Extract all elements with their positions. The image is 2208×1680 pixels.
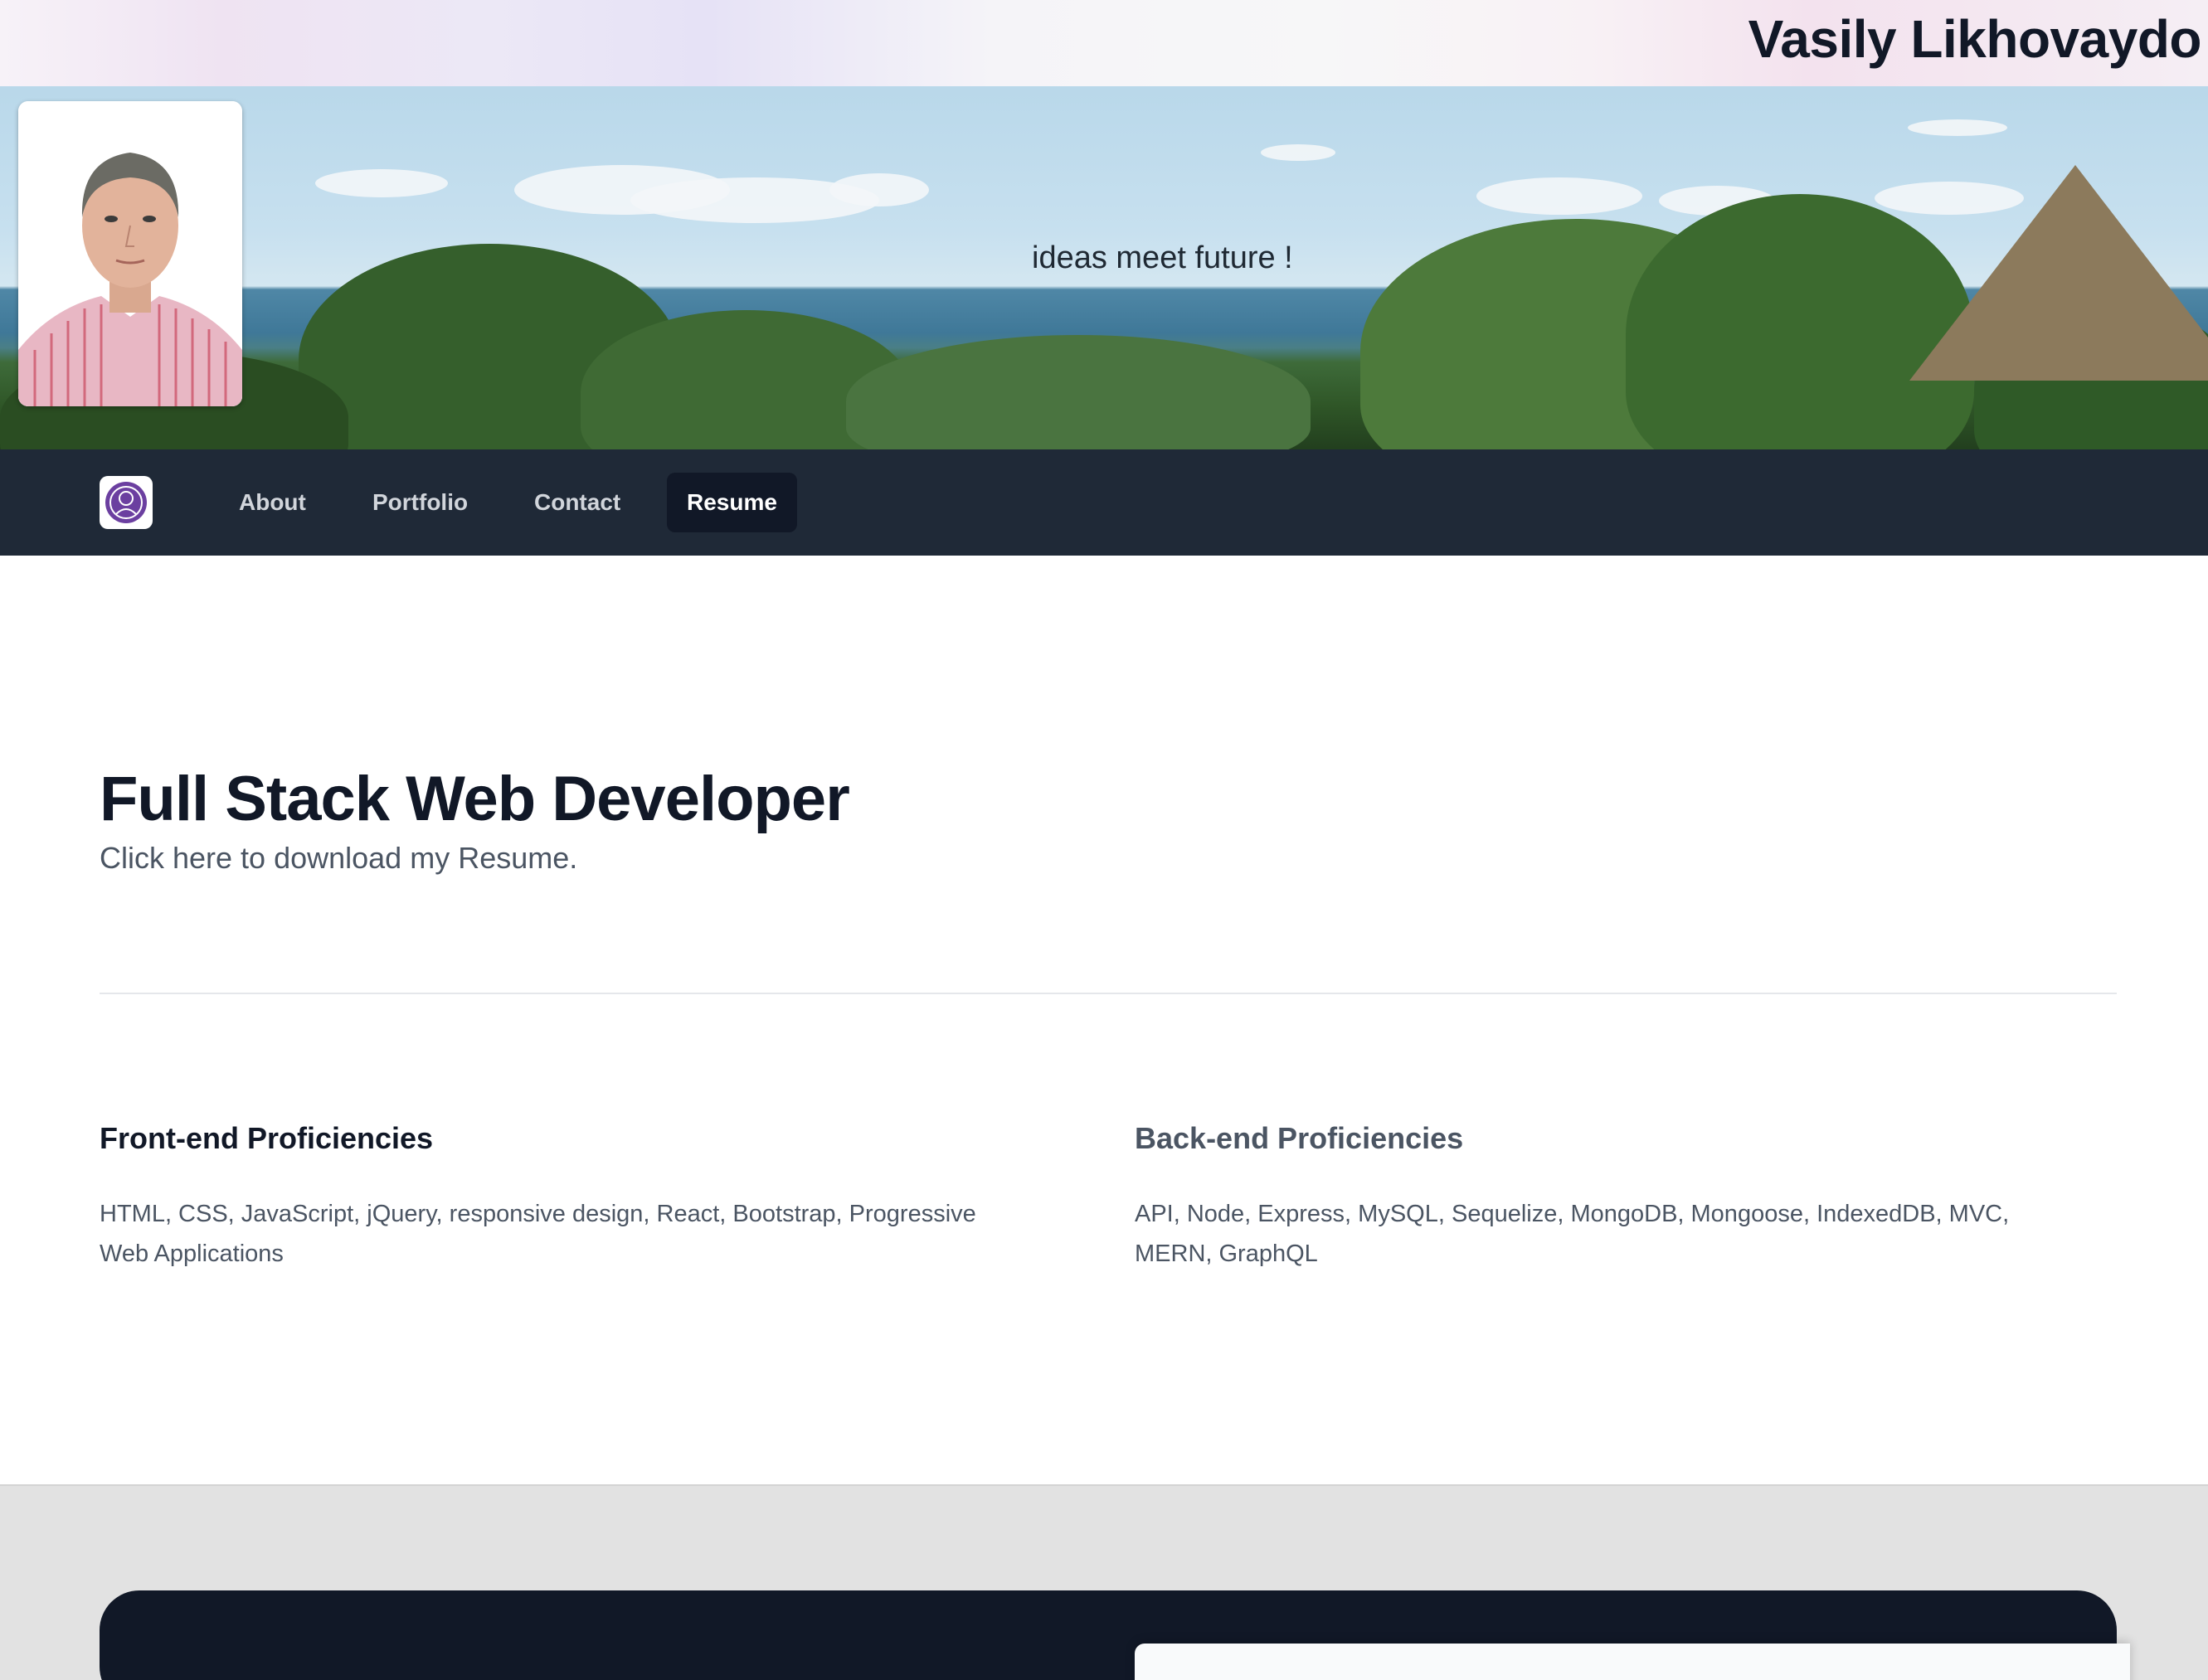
frontend-title: Front-end Proficiencies (100, 1121, 434, 1155)
person-photo-icon (18, 101, 242, 406)
backend-skills: API, Node, Express, MySQL, Sequelize, Mo… (1135, 1201, 2010, 1267)
backend-title: Back-end Proficiencies (1135, 1121, 1464, 1155)
nav-item-about[interactable]: About (219, 473, 326, 532)
frontend-skills: HTML, CSS, JavaScript, jQuery, responsiv… (100, 1201, 976, 1267)
contact-form-panel (1135, 1644, 2130, 1680)
logo-button[interactable] (100, 476, 153, 529)
page-title: Full Stack Web Developer (100, 764, 850, 834)
nav-item-resume[interactable]: Resume (667, 473, 797, 532)
section-divider (100, 993, 2117, 994)
site-header: Vasily Likhovaydo (0, 0, 2208, 86)
hero-banner: ideas meet future ! (0, 86, 2208, 449)
site-name: Vasily Likhovaydo (1748, 9, 2202, 69)
nav-item-contact[interactable]: Contact (514, 473, 640, 532)
main-nav: About Portfolio Contact Resume (0, 449, 2208, 556)
resume-download-link[interactable]: Click here to download my Resume. (100, 841, 577, 876)
profile-photo (18, 101, 242, 406)
nav-item-portfolio[interactable]: Portfolio (353, 473, 488, 532)
user-avatar-icon (105, 482, 147, 523)
thatched-roof (1909, 165, 2208, 381)
tagline: ideas meet future ! (1032, 240, 1293, 275)
